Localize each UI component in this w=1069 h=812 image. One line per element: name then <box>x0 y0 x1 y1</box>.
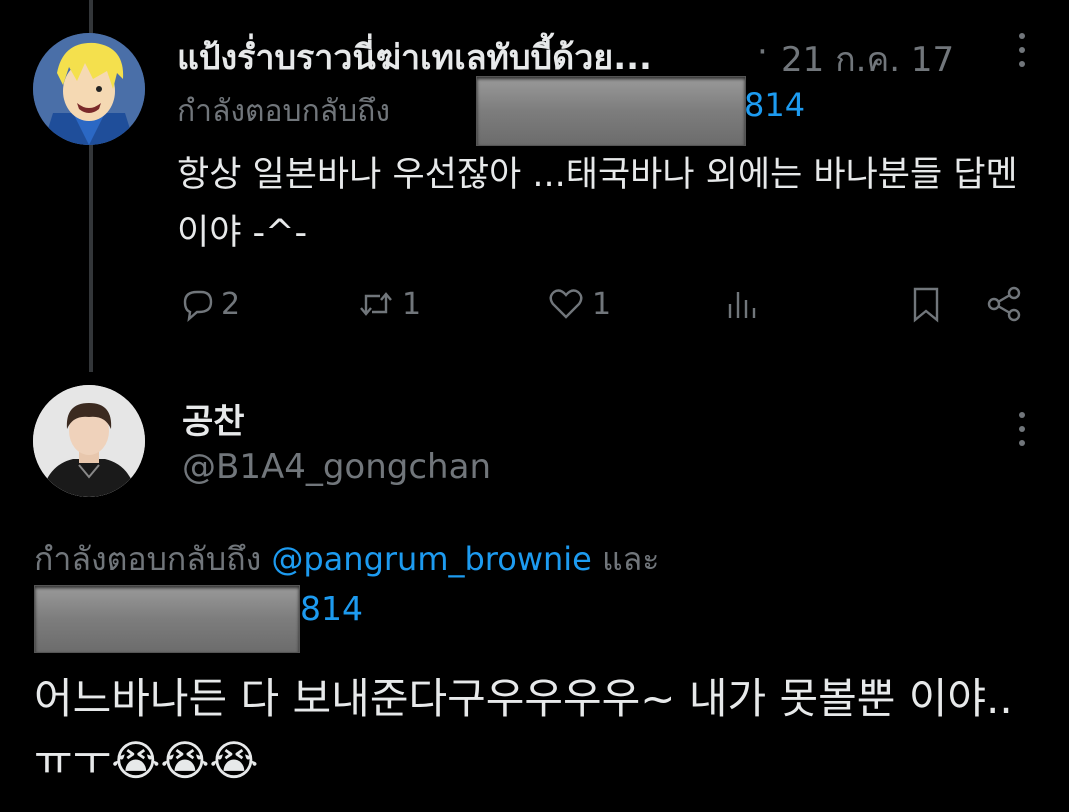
profile-photo-image <box>33 385 145 497</box>
reply-handle-suffix[interactable]: 814 <box>744 86 805 124</box>
analytics-icon <box>728 292 756 318</box>
more-options-icon[interactable] <box>1010 412 1034 456</box>
share-button[interactable] <box>984 282 1024 326</box>
reply-handle-suffix[interactable]: 814 <box>300 589 363 628</box>
separator-dot: · <box>757 32 768 72</box>
reply-mention-link[interactable]: @pangrum_brownie <box>271 540 592 578</box>
reply-and-label: และ <box>602 540 660 578</box>
avatar[interactable] <box>33 385 145 497</box>
retweet-icon <box>360 292 392 316</box>
views-button[interactable] <box>722 282 762 326</box>
retweet-count: 1 <box>402 286 422 322</box>
like-button[interactable]: 1 <box>546 282 611 326</box>
retweet-button[interactable]: 1 <box>356 282 421 326</box>
reply-context: กำลังตอบกลับถึง @pangrum_brownie และ <box>34 534 659 585</box>
heart-icon <box>549 289 583 319</box>
redacted-handle-block <box>34 585 300 653</box>
reply-button[interactable]: 2 <box>177 282 240 326</box>
bookmark-icon <box>913 287 939 323</box>
share-icon <box>987 286 1021 322</box>
tweet-text: 항상 일본바나 우선잖아 ...태국바나 외에는 바나분들 답멘이야 -^- <box>177 155 1018 253</box>
reply-count: 2 <box>221 286 241 322</box>
bookmark-button[interactable] <box>906 282 946 326</box>
reply-icon <box>183 290 213 323</box>
reply-context-label: กำลังตอบกลับถึง <box>177 94 390 129</box>
user-handle[interactable]: @B1A4_gongchan <box>182 447 491 487</box>
display-name[interactable]: 공찬 <box>182 394 245 443</box>
reply-context-label: กำลังตอบกลับถึง <box>34 540 262 578</box>
redacted-handle-block <box>476 76 746 146</box>
tweet-date[interactable]: 21 ก.ค. 17 <box>781 32 954 86</box>
like-count: 1 <box>592 286 612 322</box>
more-options-icon[interactable] <box>1010 33 1034 77</box>
avatar[interactable] <box>33 33 145 145</box>
cartoon-avatar-image <box>33 33 145 145</box>
tweet-text: 어느바나든 다 보내준다구우우우우~ 내가 못볼뿐 이야..ㅠㅜ😭😭😭 <box>34 674 1013 785</box>
